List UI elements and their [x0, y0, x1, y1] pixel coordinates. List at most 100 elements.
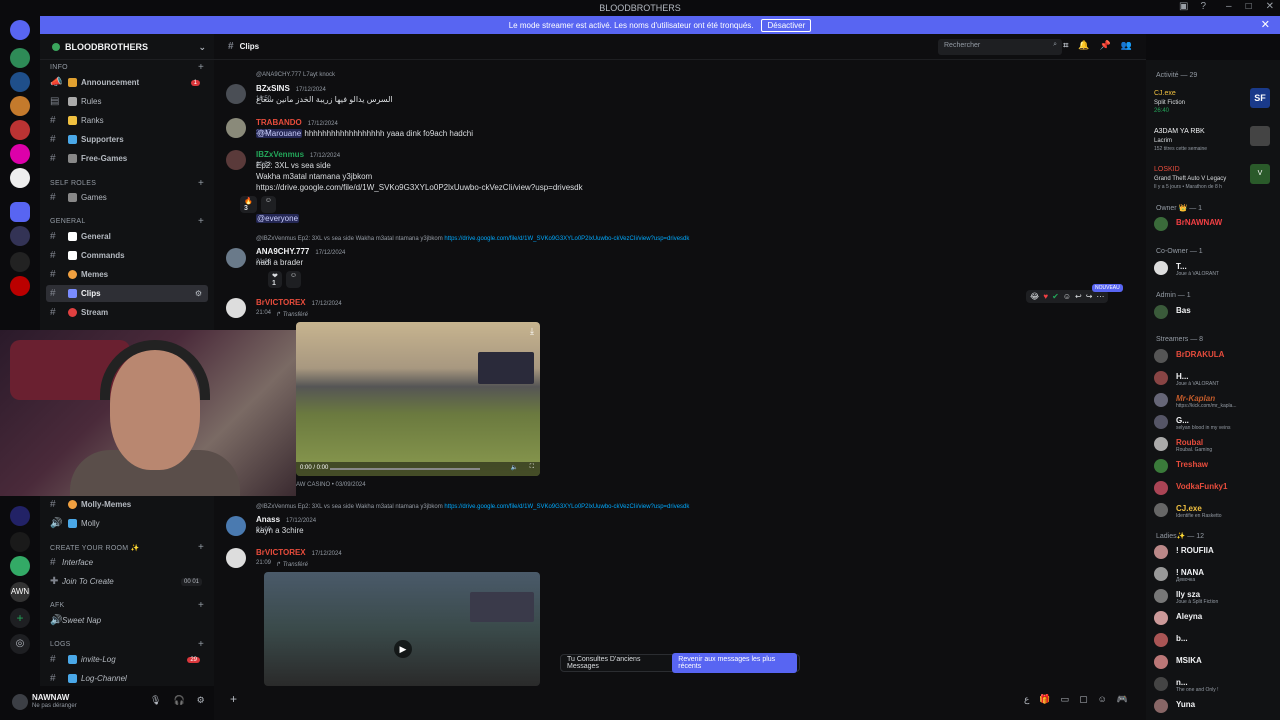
fullscreen-icon[interactable]: ⛶ [530, 464, 534, 471]
minimize-icon[interactable]: – [1226, 1, 1232, 12]
member[interactable]: Treshaw [1154, 458, 1278, 476]
check-icon[interactable]: ✔ [1052, 292, 1059, 301]
members-icon[interactable]: 👥 [1121, 40, 1132, 51]
explore-icon[interactable]: ◎ [10, 634, 30, 654]
video-progress[interactable] [330, 468, 480, 470]
member[interactable]: T... Joue à VALORANT [1154, 260, 1278, 278]
headphones-icon[interactable]: 🎧 [173, 695, 184, 706]
member[interactable]: Mr-Kaplan https://kick.com/mr_kapla... [1154, 392, 1278, 410]
attach-icon[interactable]: + [230, 692, 237, 706]
microphone-icon[interactable]: 🎙 [150, 695, 161, 706]
jump-to-present-button[interactable]: Revenir aux messages les plus récents [672, 653, 797, 673]
member[interactable]: ! ROUFIIA [1154, 544, 1278, 562]
video-player[interactable]: ▶ [264, 572, 540, 686]
server-icon[interactable] [10, 532, 30, 552]
emoji-icon[interactable]: 😂 [1030, 292, 1039, 301]
channel-ranks[interactable]: # Ranks [46, 112, 208, 129]
disable-streamer-button[interactable]: Désactiver [761, 18, 812, 32]
message-link[interactable]: https://drive.google.com/file/d/1W_SVKo9… [256, 183, 583, 192]
server-icon[interactable] [10, 120, 30, 140]
add-reaction-icon[interactable]: ☺ [1063, 292, 1071, 301]
author-name[interactable]: BrVICTOREX [256, 548, 306, 557]
heart-icon[interactable]: ♥ [1043, 292, 1048, 301]
server-icon[interactable] [10, 144, 30, 164]
author-name[interactable]: BrVICTOREX [256, 298, 306, 307]
reply-preview[interactable]: @IBZxVenmus Ep2: 3XL vs sea side Wakha m… [256, 236, 443, 242]
author-name[interactable]: Anass [256, 515, 280, 524]
member[interactable]: MSIKA [1154, 654, 1278, 672]
channel-invite-log[interactable]: # invite-Log 29 [46, 651, 208, 668]
avatar[interactable] [226, 298, 246, 318]
member[interactable]: Aleyna [1154, 610, 1278, 628]
member[interactable]: b... [1154, 632, 1278, 650]
category-afk[interactable]: AFK + [50, 600, 204, 611]
channel-molly-memes[interactable]: # Molly-Memes [46, 496, 208, 513]
channel-announcement[interactable]: 📣 Announcement 1 [46, 74, 208, 91]
message-input-bar[interactable]: + ﻉ 🎁 ▭ ▢ ☺ 🎮 [222, 686, 1138, 712]
server-icon[interactable] [10, 168, 30, 188]
channel-rules[interactable]: ▤ Rules [46, 93, 208, 110]
avatar[interactable] [226, 84, 246, 104]
member[interactable]: ! NANA Девочка [1154, 566, 1278, 584]
help-icon[interactable]: ? [1200, 1, 1206, 12]
category-self-roles[interactable]: Self Roles + [50, 178, 204, 189]
play-icon[interactable]: ▶ [394, 640, 412, 658]
channel-supporters[interactable]: # Supporters [46, 131, 208, 148]
channel-stream[interactable]: # Stream [46, 304, 208, 321]
maximize-icon[interactable]: □ [1246, 1, 1252, 12]
close-window-icon[interactable]: ✕ [1266, 1, 1274, 12]
category-general[interactable]: GENERAL + [50, 216, 204, 227]
avatar[interactable] [226, 118, 246, 138]
member[interactable]: Yuna [1154, 698, 1278, 716]
server-icon[interactable] [10, 276, 30, 296]
volume-icon[interactable]: 🔈 [511, 464, 518, 471]
channel-general[interactable]: # General [46, 228, 208, 245]
category-info[interactable]: INFO + [50, 62, 204, 73]
channel-clips[interactable]: # Clips ⚙ [46, 285, 208, 302]
add-channel-icon[interactable]: + [198, 62, 204, 73]
channel-games[interactable]: # Games [46, 189, 208, 206]
member[interactable]: CJ.exe Identifie en Rasketto [1154, 502, 1278, 520]
video-player[interactable]: ⤓ 0:00 / 0:00 🔈 ⛶ [296, 322, 540, 476]
reply-icon[interactable]: ↩ [1075, 292, 1082, 301]
keyboard-icon[interactable]: ﻉ [1024, 694, 1029, 705]
sticker-icon[interactable]: ▢ [1079, 694, 1088, 705]
author-name[interactable]: BZxSINS [256, 84, 290, 93]
member[interactable]: Roubal Roubal. Gaming [1154, 436, 1278, 454]
add-channel-icon[interactable]: + [198, 216, 204, 227]
avatar[interactable] [226, 548, 246, 568]
category-logs[interactable]: LOGS + [50, 639, 204, 650]
server-icon[interactable] [10, 252, 30, 272]
forward-icon[interactable]: ↪ [1086, 292, 1093, 301]
channel-log-channel[interactable]: # Log-Channel [46, 670, 208, 686]
reaction[interactable]: 🔥 3 [240, 196, 257, 213]
member[interactable]: n... The one and Only ! [1154, 676, 1278, 694]
gear-icon[interactable]: ⚙ [197, 695, 205, 706]
add-channel-icon[interactable]: + [198, 542, 204, 553]
add-server-icon[interactable]: + [10, 608, 30, 628]
reply-preview[interactable]: @ANA9CHY.777 L7ayt knock [256, 72, 335, 78]
avatar[interactable] [226, 248, 246, 268]
apps-icon[interactable]: 🎮 [1117, 694, 1128, 705]
add-channel-icon[interactable]: + [198, 600, 204, 611]
member[interactable]: H... Joue à VALORANT [1154, 370, 1278, 388]
member[interactable]: G... selyan blood in my veins [1154, 414, 1278, 432]
user-mention[interactable]: @Marouane [256, 129, 303, 138]
server-icon[interactable] [10, 96, 30, 116]
close-banner-icon[interactable]: ✕ [1261, 18, 1270, 31]
guild-header[interactable]: BLOODBROTHERS ⌄ [40, 34, 214, 60]
home-icon[interactable] [10, 20, 30, 40]
search-input[interactable]: Rechercher ⌕ [938, 39, 1062, 55]
server-icon[interactable]: AWN [10, 582, 30, 602]
more-icon[interactable]: ⋯ [1096, 292, 1104, 301]
pin-icon[interactable]: 📌 [1100, 40, 1111, 51]
member[interactable]: Bas [1154, 304, 1278, 322]
member[interactable]: VodkaFunky1 [1154, 480, 1278, 498]
gift-icon[interactable]: 🎁 [1039, 694, 1050, 705]
avatar[interactable] [12, 694, 28, 710]
activity-card[interactable]: A3DAM YA RBK Lacrim 152 titres cette sem… [1150, 124, 1276, 152]
author-name[interactable]: TRABANDO [256, 118, 302, 127]
settings-icon[interactable]: ⚙ [195, 289, 202, 298]
threads-icon[interactable]: ⌗ [1063, 40, 1068, 51]
avatar[interactable] [226, 516, 246, 536]
